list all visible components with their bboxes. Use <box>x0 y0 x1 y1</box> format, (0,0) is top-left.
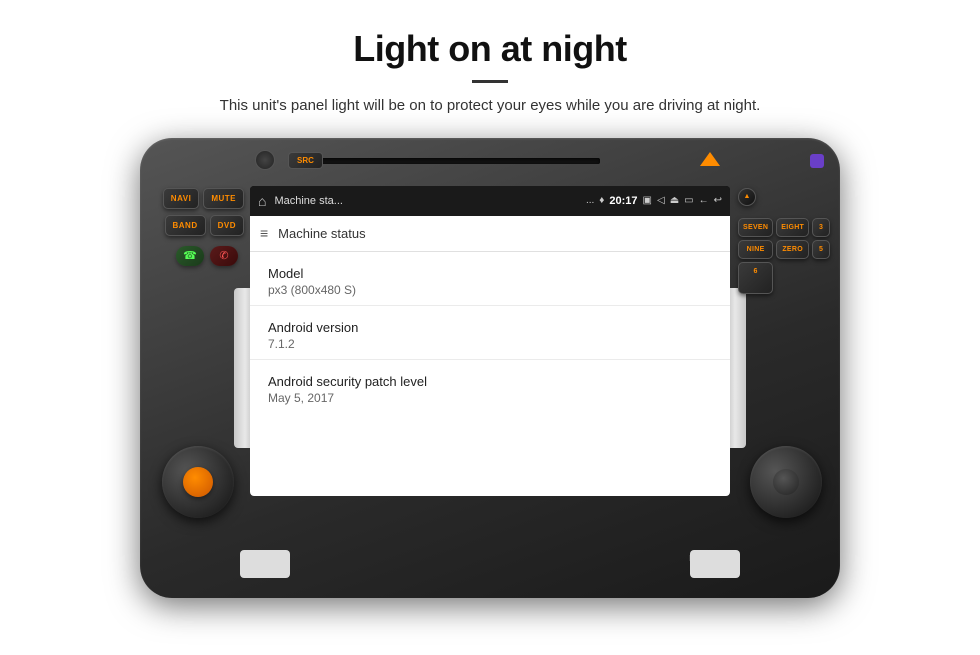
disc-slot <box>310 158 600 164</box>
status-app-title: Machine sta... <box>274 195 581 207</box>
android-app-bar: ≡ Machine status <box>250 216 730 252</box>
src-button[interactable]: SRC <box>288 152 323 169</box>
app-bar-title: Machine status <box>278 226 365 241</box>
status-time: 20:17 <box>609 195 637 207</box>
six-button[interactable]: 6 <box>738 262 773 294</box>
screen-cast-icon: ▭ <box>684 195 693 206</box>
five-button[interactable]: 5 <box>812 240 830 259</box>
page-title: Light on at night <box>60 28 920 70</box>
phone-answer-button[interactable]: ☎ <box>176 246 204 266</box>
left-volume-knob[interactable] <box>162 446 234 518</box>
volume-icon: ◁ <box>657 195 665 206</box>
app-bar-menu-icon[interactable]: ≡ <box>260 225 268 241</box>
zero-button[interactable]: ZERO <box>776 240 809 259</box>
bottom-tab-left <box>240 550 290 578</box>
seven-button[interactable]: SEVEN <box>738 218 773 237</box>
phone-buttons: ☎ ✆ <box>176 246 238 266</box>
device-container: SRC NAVI MUTE BAND DVD ☎ ✆ <box>140 138 840 598</box>
circle-btn-top[interactable]: ▲ <box>738 188 756 206</box>
android-version-row: Android version 7.1.2 <box>250 306 730 360</box>
phone-end-icon: ✆ <box>219 249 228 262</box>
security-patch-label: Android security patch level <box>268 374 712 389</box>
screen-bezel: ⌂ Machine sta... ... ♦ 20:17 ▣ ◁ ⏏ ▭ ← ↩ <box>250 186 730 496</box>
car-radio-shell: SRC NAVI MUTE BAND DVD ☎ ✆ <box>140 138 840 598</box>
left-knob-center <box>183 467 213 497</box>
left-panel-controls: NAVI MUTE BAND DVD ☎ ✆ <box>152 188 244 266</box>
model-info-row: Model px3 (800x480 S) <box>250 252 730 306</box>
bottom-strip: SD D D GPS <box>250 548 730 570</box>
location-icon: ♦ <box>599 195 604 206</box>
media-icon: ▣ <box>643 195 652 206</box>
android-version-value: 7.1.2 <box>268 337 712 351</box>
back-icon[interactable]: ← <box>699 195 709 206</box>
model-label: Model <box>268 266 712 281</box>
right-knob[interactable] <box>750 446 822 518</box>
security-patch-row: Android security patch level May 5, 2017 <box>250 360 730 413</box>
security-patch-value: May 5, 2017 <box>268 391 712 405</box>
three-button[interactable]: 3 <box>812 218 830 237</box>
page-header: Light on at night This unit's panel ligh… <box>0 0 980 128</box>
nine-button[interactable]: NINE <box>738 240 773 259</box>
model-value: px3 (800x480 S) <box>268 283 712 297</box>
right-numpad: SEVEN EIGHT 3 NINE ZERO 5 6 <box>738 218 830 294</box>
android-content-area: Model px3 (800x480 S) Android version 7.… <box>250 252 730 496</box>
top-left-circle-btn[interactable] <box>255 150 275 170</box>
page-subtitle: This unit's panel light will be on to pr… <box>60 95 920 118</box>
eight-button[interactable]: EIGHT <box>776 218 809 237</box>
title-divider <box>472 80 508 83</box>
band-dvd-row: BAND DVD <box>165 215 245 236</box>
navi-mute-row: NAVI MUTE <box>163 188 244 209</box>
right-panel-controls: ▲ SEVEN EIGHT 3 NINE ZERO 5 6 <box>738 188 830 294</box>
bottom-tab-right <box>690 550 740 578</box>
android-version-label: Android version <box>268 320 712 335</box>
android-screen: ⌂ Machine sta... ... ♦ 20:17 ▣ ◁ ⏏ ▭ ← ↩ <box>250 186 730 496</box>
dvd-button[interactable]: DVD <box>210 215 244 236</box>
home-icon[interactable]: ⌂ <box>258 193 266 209</box>
phone-answer-icon: ☎ <box>183 249 197 262</box>
phone-end-button[interactable]: ✆ <box>210 246 238 266</box>
band-button[interactable]: BAND <box>165 215 206 236</box>
chat-icon: ... <box>586 195 594 206</box>
status-icons-group: ... ♦ 20:17 ▣ ◁ ⏏ ▭ ← ↩ <box>586 195 722 207</box>
reply-icon[interactable]: ↩ <box>714 195 722 206</box>
mute-button[interactable]: MUTE <box>203 188 244 209</box>
android-status-bar: ⌂ Machine sta... ... ♦ 20:17 ▣ ◁ ⏏ ▭ ← ↩ <box>250 186 730 216</box>
navi-button[interactable]: NAVI <box>163 188 200 209</box>
top-right-triangle-icon <box>700 152 720 166</box>
top-right-indicator <box>810 154 824 168</box>
right-knob-center <box>773 469 799 495</box>
eject-icon: ⏏ <box>670 195 679 206</box>
